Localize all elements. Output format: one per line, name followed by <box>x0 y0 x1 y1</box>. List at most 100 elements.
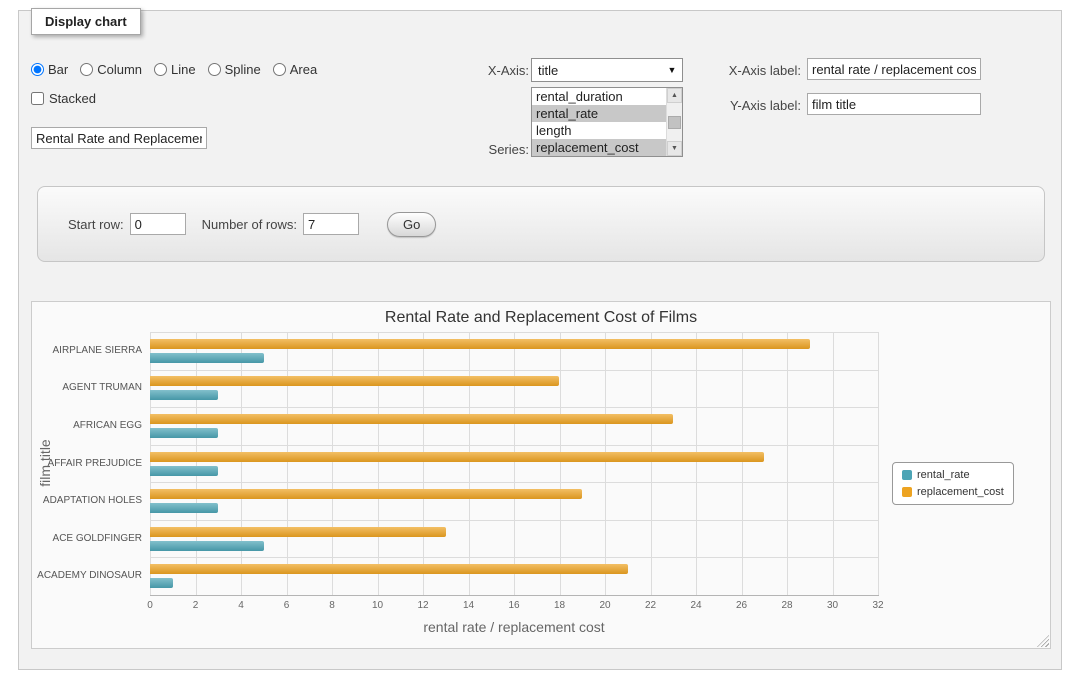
gridline-vertical <box>287 332 288 595</box>
chart-type-label-line: Line <box>171 62 196 77</box>
legend-swatch-icon <box>902 487 912 497</box>
x-tick-label: 24 <box>690 600 701 611</box>
stacked-label: Stacked <box>49 91 96 106</box>
chart-type-option-line[interactable]: Line <box>154 62 196 77</box>
display-chart-panel: Display chart Bar Column Line Spline Area St… <box>18 10 1062 670</box>
bar-rental_rate <box>150 578 173 588</box>
chart-type-option-bar[interactable]: Bar <box>31 62 68 77</box>
scroll-up-icon[interactable]: ▲ <box>667 88 682 103</box>
gridline-vertical <box>332 332 333 595</box>
bar-rental_rate <box>150 503 218 513</box>
legend-item-replacement_cost[interactable]: replacement_cost <box>902 486 1004 498</box>
bar-rental_rate <box>150 428 218 438</box>
row-controls-panel: Start row: Number of rows: Go <box>37 186 1045 262</box>
gridline-vertical <box>378 332 379 595</box>
stacked-checkbox[interactable] <box>31 92 44 105</box>
chart-type-radio-spline[interactable] <box>208 63 221 76</box>
chart-type-label-bar: Bar <box>48 62 68 77</box>
x-tick-label: 10 <box>372 600 383 611</box>
x-tick-label: 8 <box>329 600 335 611</box>
chart-legend: rental_rate replacement_cost <box>892 462 1014 505</box>
gridline-vertical <box>514 332 515 595</box>
bar-rental_rate <box>150 390 218 400</box>
x-tick-label: 18 <box>554 600 565 611</box>
category-label: ACE GOLDFINGER <box>32 533 142 544</box>
category-label: AIRPLANE SIERRA <box>32 345 142 356</box>
x-axis-field-label: X-Axis: <box>459 63 529 78</box>
gridline-vertical <box>742 332 743 595</box>
x-tick-label: 14 <box>463 600 474 611</box>
gridline-vertical <box>469 332 470 595</box>
x-axis-label-field-label: X-Axis label: <box>709 63 801 78</box>
legend-label: replacement_cost <box>917 486 1004 498</box>
x-axis-label-input[interactable] <box>807 58 981 80</box>
bar-replacement_cost <box>150 452 764 462</box>
gridline-vertical <box>560 332 561 595</box>
series-field-label: Series: <box>459 142 529 157</box>
gridline-vertical <box>196 332 197 595</box>
stacked-option[interactable]: Stacked <box>31 91 96 106</box>
x-tick-label: 2 <box>193 600 199 611</box>
chart-type-radio-column[interactable] <box>80 63 93 76</box>
x-tick-label: 0 <box>147 600 153 611</box>
gridline-vertical <box>241 332 242 595</box>
x-axis-select[interactable]: title ▼ <box>531 58 683 82</box>
scroll-down-icon[interactable]: ▼ <box>667 141 682 156</box>
series-option-replacement_cost[interactable]: replacement_cost <box>532 139 666 156</box>
gridline-horizontal <box>150 370 878 371</box>
panel-title: Display chart <box>31 8 141 35</box>
chart-type-radio-bar[interactable] <box>31 63 44 76</box>
category-label: AGENT TRUMAN <box>32 382 142 393</box>
go-button[interactable]: Go <box>387 212 436 237</box>
chart-type-radio-line[interactable] <box>154 63 167 76</box>
start-row-label: Start row: <box>68 217 124 232</box>
legend-item-rental_rate[interactable]: rental_rate <box>902 469 1004 481</box>
chart-title-input[interactable] <box>31 127 207 149</box>
number-of-rows-input[interactable] <box>303 213 359 235</box>
gridline-vertical <box>651 332 652 595</box>
y-axis-label-input[interactable] <box>807 93 981 115</box>
series-option-rental_duration[interactable]: rental_duration <box>532 88 666 105</box>
chart-type-label-column: Column <box>97 62 142 77</box>
series-multiselect[interactable]: rental_durationrental_ratelengthreplacem… <box>531 87 683 157</box>
x-axis-selected-value: title <box>532 63 662 78</box>
bar-rental_rate <box>150 353 264 363</box>
x-tick-label: 26 <box>736 600 747 611</box>
category-label: ACADEMY DINOSAUR <box>32 570 142 581</box>
gridline-horizontal <box>150 332 878 333</box>
chart-type-option-spline[interactable]: Spline <box>208 62 261 77</box>
resize-handle-icon[interactable] <box>1037 635 1049 647</box>
scrollbar-track[interactable] <box>667 103 682 141</box>
gridline-horizontal <box>150 482 878 483</box>
plot-area <box>150 332 878 595</box>
series-scrollbar[interactable]: ▲ ▼ <box>666 88 682 156</box>
gridline-vertical <box>787 332 788 595</box>
x-tick-label: 6 <box>284 600 290 611</box>
bar-rental_rate <box>150 466 218 476</box>
gridline-vertical <box>833 332 834 595</box>
start-row-input[interactable] <box>130 213 186 235</box>
x-tick-label: 12 <box>417 600 428 611</box>
y-axis-label-field-label: Y-Axis label: <box>709 98 801 113</box>
chart-type-radio-area[interactable] <box>273 63 286 76</box>
gridline-vertical <box>878 332 879 595</box>
x-tick-label: 32 <box>872 600 883 611</box>
scrollbar-thumb[interactable] <box>668 116 681 129</box>
legend-swatch-icon <box>902 470 912 480</box>
bar-rental_rate <box>150 541 264 551</box>
series-option-rental_rate[interactable]: rental_rate <box>532 105 666 122</box>
bar-replacement_cost <box>150 414 673 424</box>
gridline-horizontal <box>150 520 878 521</box>
bar-replacement_cost <box>150 376 559 386</box>
bar-replacement_cost <box>150 339 810 349</box>
series-option-length[interactable]: length <box>532 122 666 139</box>
chart-type-option-column[interactable]: Column <box>80 62 142 77</box>
category-label: AFRICAN EGG <box>32 420 142 431</box>
category-label: ADAPTATION HOLES <box>32 495 142 506</box>
gridline-vertical <box>605 332 606 595</box>
chart-type-option-area[interactable]: Area <box>273 62 317 77</box>
x-axis-title: rental rate / replacement cost <box>150 619 878 635</box>
gridline-horizontal <box>150 407 878 408</box>
gridline-vertical <box>696 332 697 595</box>
x-tick-label: 4 <box>238 600 244 611</box>
